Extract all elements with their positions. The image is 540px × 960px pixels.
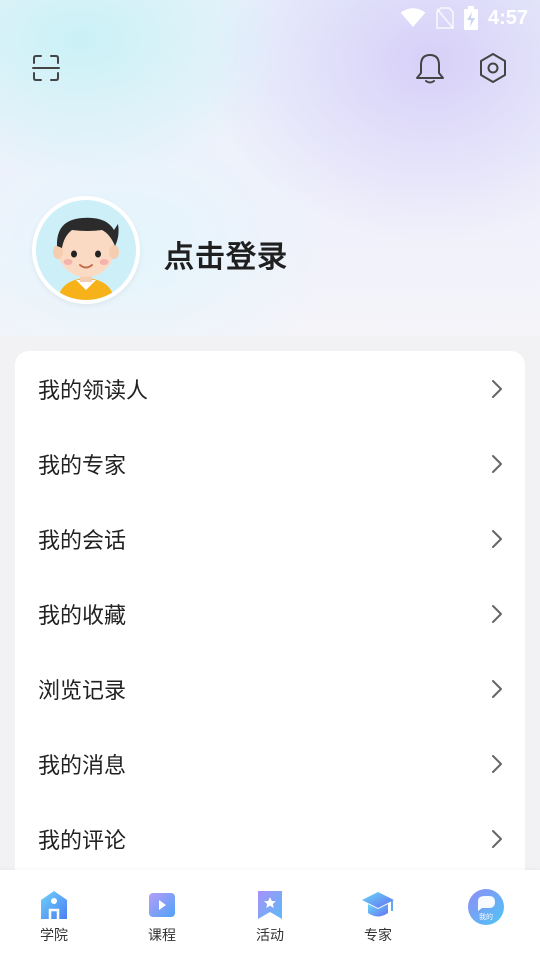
battery-charging-icon — [463, 6, 478, 30]
mine-badge-text: 我的 — [479, 912, 493, 921]
bell-icon[interactable] — [410, 48, 450, 88]
tab-label: 专家 — [364, 928, 392, 944]
wifi-icon — [400, 8, 426, 28]
menu-item-my-experts[interactable]: 我的专家 — [15, 426, 525, 501]
menu-item-label: 我的领读人 — [38, 378, 149, 404]
boy-avatar-icon — [53, 217, 119, 300]
menu-item-label: 我的收藏 — [38, 603, 127, 629]
tab-activity[interactable]: 活动 — [216, 870, 324, 960]
tab-label: 活动 — [256, 928, 284, 944]
chevron-right-icon — [491, 454, 503, 474]
menu-item-label: 我的消息 — [38, 753, 127, 779]
tab-academy[interactable]: 学院 — [0, 870, 108, 960]
menu-item-my-comments[interactable]: 我的评论 — [15, 801, 525, 876]
chevron-right-icon — [491, 679, 503, 699]
bottom-tab-bar: 学院 课程 活动 专家 我的 — [0, 870, 540, 960]
chevron-right-icon — [491, 829, 503, 849]
menu-item-label: 我的评论 — [38, 828, 127, 854]
chevron-right-icon — [491, 604, 503, 624]
avatar[interactable] — [32, 196, 140, 304]
tab-label: 学院 — [40, 928, 68, 944]
activity-icon — [253, 888, 287, 922]
no-sim-icon — [436, 7, 454, 29]
tab-mine[interactable]: 我的 — [432, 870, 540, 960]
menu-item-label: 浏览记录 — [38, 678, 127, 704]
menu-item-label: 我的专家 — [38, 453, 127, 479]
menu-card: 我的领读人 我的专家 我的会话 我的收藏 浏览记录 我的消息 我的评论 — [15, 351, 525, 911]
chevron-right-icon — [491, 754, 503, 774]
menu-item-my-messages[interactable]: 我的消息 — [15, 726, 525, 801]
scan-icon[interactable] — [26, 48, 66, 88]
chevron-right-icon — [491, 529, 503, 549]
menu-item-my-readers[interactable]: 我的领读人 — [15, 351, 525, 426]
chevron-right-icon — [491, 379, 503, 399]
expert-icon — [361, 888, 395, 922]
login-link[interactable]: 点击登录 — [164, 232, 288, 276]
academy-icon — [37, 888, 71, 922]
status-time: 4:57 — [487, 6, 528, 29]
tab-expert[interactable]: 专家 — [324, 870, 432, 960]
settings-icon[interactable] — [473, 48, 513, 88]
tab-course[interactable]: 课程 — [108, 870, 216, 960]
menu-item-my-favorites[interactable]: 我的收藏 — [15, 576, 525, 651]
tab-label: 课程 — [148, 928, 176, 944]
menu-item-browse-history[interactable]: 浏览记录 — [15, 651, 525, 726]
menu-item-my-conversations[interactable]: 我的会话 — [15, 501, 525, 576]
menu-item-label: 我的会话 — [38, 528, 127, 554]
mine-icon: 我的 — [467, 888, 505, 926]
course-icon — [145, 888, 179, 922]
status-bar: 4:57 — [0, 0, 540, 36]
